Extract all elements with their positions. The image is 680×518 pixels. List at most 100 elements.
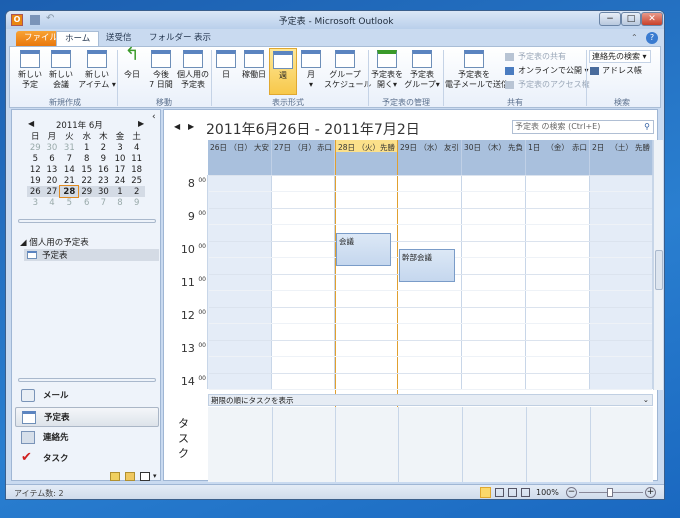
zoom-slider-thumb[interactable]	[607, 488, 613, 497]
maximize-button[interactable]: □	[621, 12, 641, 26]
open-calendar-button[interactable]: 予定表を 開く▾	[370, 50, 404, 90]
tab-view[interactable]: 表示	[186, 31, 219, 46]
mini-calendar-day[interactable]: 10	[112, 153, 129, 164]
mini-calendar-day[interactable]: 1	[111, 186, 129, 197]
nav-mail[interactable]: メール	[15, 386, 159, 406]
mini-calendar-day[interactable]: 28	[59, 185, 80, 198]
chevron-down-icon[interactable]: ⌄	[643, 395, 649, 404]
calendar-permissions-button[interactable]: 予定表のアクセス権	[518, 79, 590, 90]
calendar-groups-button[interactable]: 予定表 グループ▾	[404, 50, 440, 90]
view-month-button[interactable]: 月 ▾	[298, 50, 324, 90]
mini-calendar-day[interactable]: 2	[95, 142, 112, 153]
mini-calendar-day[interactable]: 4	[128, 142, 145, 153]
mini-calendar-day[interactable]: 3	[112, 142, 129, 153]
mini-calendar-day[interactable]: 19	[27, 175, 44, 186]
scroll-thumb[interactable]	[655, 250, 663, 290]
next-week-button[interactable]: ▶	[188, 122, 194, 131]
folder-item-calendar[interactable]: 予定表	[24, 249, 159, 261]
mini-calendar-day[interactable]: 16	[95, 164, 112, 175]
configure-buttons-icon[interactable]: ▾	[153, 472, 157, 480]
mini-calendar-day[interactable]: 24	[112, 175, 129, 186]
mini-calendar-day[interactable]: 9	[95, 153, 112, 164]
share-calendar-button[interactable]: 予定表の共有	[518, 51, 566, 62]
next-7-days-button[interactable]: 今後 7 日間	[146, 50, 176, 90]
mini-calendar-day[interactable]: 7	[60, 153, 78, 164]
new-meeting-button[interactable]: 新しい 会議	[46, 50, 76, 90]
mini-calendar-day[interactable]: 5	[27, 153, 44, 164]
calendar-event[interactable]: 幹部会議	[399, 249, 455, 282]
normal-view-button[interactable]	[480, 487, 491, 498]
next-month-icon[interactable]: ▶	[138, 119, 144, 128]
mini-calendar-day[interactable]: 13	[44, 164, 61, 175]
personal-calendar-button[interactable]: 個人用の 予定表	[176, 50, 210, 90]
view-week-button[interactable]: 週	[269, 48, 297, 95]
folder-group-header[interactable]: ◢ 個人用の予定表	[20, 236, 89, 248]
new-appointment-button[interactable]: 新しい 予定	[15, 50, 45, 90]
collapse-ribbon-icon[interactable]: ⌃	[631, 33, 638, 42]
view-day-button[interactable]: 日	[213, 50, 239, 80]
mini-calendar-day[interactable]: 29	[27, 142, 44, 153]
compact-view-icon[interactable]	[521, 488, 530, 497]
mini-calendar-day[interactable]: 23	[95, 175, 112, 186]
nav-contacts[interactable]: 連絡先	[15, 428, 159, 448]
mini-calendar-day[interactable]: 8	[112, 197, 129, 208]
mini-calendar-day[interactable]: 30	[95, 186, 112, 197]
previous-week-button[interactable]: ◀	[174, 122, 180, 131]
publish-online-button[interactable]: オンラインで公開 ▾	[518, 65, 589, 76]
mini-calendar-day[interactable]: 18	[128, 164, 145, 175]
mini-calendar-day[interactable]: 17	[112, 164, 129, 175]
mini-calendar-day[interactable]: 9	[128, 197, 145, 208]
address-book-button[interactable]: アドレス帳	[602, 65, 642, 76]
mini-calendar-day[interactable]: 20	[44, 175, 61, 186]
mini-calendar-day[interactable]: 3	[27, 197, 44, 208]
schedule-view-button[interactable]: グループ スケジュール	[324, 50, 371, 90]
nav-calendar[interactable]: 予定表	[15, 407, 159, 427]
calendar-scrollbar[interactable]	[653, 140, 663, 390]
collapse-nav-icon[interactable]: ‹	[152, 112, 156, 122]
nav-tasks[interactable]: ✔ タスク	[15, 449, 159, 469]
mini-calendar-day[interactable]: 30	[44, 142, 61, 153]
mini-calendar-day[interactable]: 14	[60, 164, 78, 175]
mini-calendar-day[interactable]: 5	[60, 197, 78, 208]
mini-calendar-day[interactable]: 6	[44, 153, 61, 164]
email-calendar-button[interactable]: 予定表を 電子メールで送信	[445, 50, 509, 90]
day-header[interactable]: 30日 （木） 先負	[462, 140, 526, 175]
zoom-out-button[interactable]: −	[566, 487, 577, 498]
today-button[interactable]: ↰ 今日	[118, 46, 146, 80]
prev-month-icon[interactable]: ◀	[28, 119, 34, 128]
grid-view-icon[interactable]	[508, 488, 517, 497]
mini-calendar-day[interactable]: 7	[95, 197, 112, 208]
mini-calendar-day[interactable]: 25	[128, 175, 145, 186]
mini-calendar-day[interactable]: 2	[128, 186, 145, 197]
mini-calendar-day[interactable]: 26	[27, 186, 44, 197]
view-workweek-button[interactable]: 稼働日	[239, 50, 269, 80]
reading-view-icon[interactable]	[495, 488, 504, 497]
folder-icon[interactable]	[125, 472, 135, 481]
mini-calendar-day[interactable]: 11	[128, 153, 145, 164]
notes-icon[interactable]	[110, 472, 120, 481]
day-header[interactable]: 28日 （火） 先勝	[335, 140, 398, 175]
day-header[interactable]: 29日 （水） 友引	[398, 140, 462, 175]
day-header[interactable]: 1日 （金） 赤口	[526, 140, 590, 175]
mini-calendar-day[interactable]: 12	[27, 164, 44, 175]
search-contacts-box[interactable]: 連絡先の検索 ▾	[589, 50, 651, 63]
tab-home[interactable]: ホーム	[56, 31, 100, 46]
help-button[interactable]: ?	[646, 32, 658, 44]
mini-calendar-day[interactable]: 6	[78, 197, 95, 208]
day-header[interactable]: 26日 （日） 大安	[208, 140, 272, 175]
day-header[interactable]: 2日 （土） 先勝	[590, 140, 653, 175]
shortcut-icon[interactable]	[140, 472, 150, 481]
calendar-search-input[interactable]: 予定表 の検索 (Ctrl+E) ⚲	[512, 120, 654, 134]
mini-calendar-day[interactable]: 31	[60, 142, 78, 153]
mini-calendar-day[interactable]: 8	[78, 153, 95, 164]
mini-calendar-day[interactable]: 4	[44, 197, 61, 208]
calendar-event[interactable]: 会議	[336, 232, 391, 266]
day-header[interactable]: 27日 （月） 赤口	[272, 140, 335, 175]
mini-calendar-day[interactable]: 22	[78, 175, 95, 186]
mini-calendar-day[interactable]: 27	[43, 186, 61, 197]
task-bar-header[interactable]: 期限の順にタスクを表示 ⌄	[208, 394, 653, 406]
search-icon[interactable]: ⚲	[644, 121, 650, 133]
new-items-button[interactable]: 新しい アイテム ▾	[77, 50, 117, 90]
mini-calendar-day[interactable]: 15	[78, 164, 95, 175]
minimize-button[interactable]: −	[599, 12, 621, 26]
